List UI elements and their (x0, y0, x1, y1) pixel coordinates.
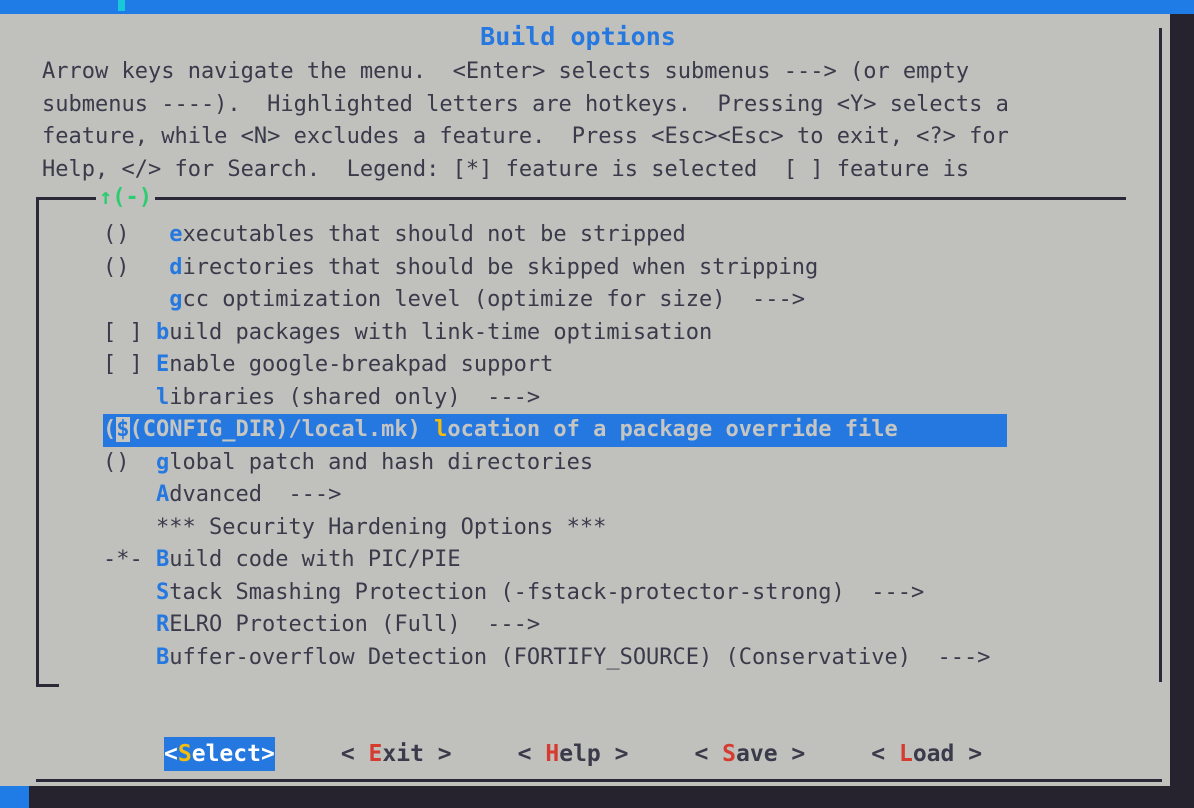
menu-item[interactable]: -*- Build code with PIC/PIE (103, 544, 1113, 577)
dialog-frame-right (1159, 28, 1162, 682)
button-open-bracket: < (340, 741, 369, 767)
terminal-title-bar (0, 0, 1194, 14)
menu-item-value-prefix: ( (103, 417, 117, 442)
build-options-dialog: Build options Arrow keys navigate the me… (0, 14, 1170, 786)
menu-item-marker: [ ] (103, 352, 156, 377)
button-select[interactable]: <Select> (164, 737, 275, 771)
button-close-bracket: > (791, 741, 806, 767)
menu-item-label: cc optimization level (optimize for size… (182, 287, 806, 312)
button-open-bracket: < (694, 741, 723, 767)
menu-item[interactable]: Advanced ---> (103, 479, 1113, 512)
button-open-bracket: < (164, 741, 178, 767)
menu-item[interactable]: Stack Smashing Protection (-fstack-prote… (103, 577, 1113, 610)
menu-item-label: nable google-breakpad support (169, 352, 554, 377)
menu-item[interactable]: [ ] build packages with link-time optimi… (103, 317, 1113, 350)
menu-item-hotkey: d (169, 254, 183, 280)
terminal-background: Build options Arrow keys navigate the me… (0, 0, 1194, 808)
dialog-frame-bottom (36, 779, 1162, 782)
menu-item-marker (103, 515, 156, 540)
menu-item-label: ELRO Protection (Full) ---> (169, 612, 541, 637)
menu-item-hotkey: R (155, 612, 170, 637)
menu-item-selected[interactable]: ($(CONFIG_DIR)/local.mk) location of a p… (103, 414, 1007, 447)
menu-item-hotkey: g (169, 287, 183, 312)
menu-item-hotkey: A (155, 482, 170, 507)
menu-item-marker: -*- (103, 547, 156, 572)
menu-item-hotkey: B (155, 547, 170, 572)
menu-item-marker: [ ] (103, 319, 156, 345)
button-open-bracket: < (871, 741, 899, 767)
terminal-cursor-block (118, 0, 125, 11)
button-hotkey: H (545, 741, 560, 767)
button-close-bracket: > (614, 741, 629, 767)
menu-item-label: ocation of a package override file (447, 417, 898, 442)
menu-item-label: dvanced ---> (169, 482, 342, 507)
menu-item-label: uild packages with link-time optimisatio… (169, 319, 713, 345)
button-help[interactable]: < Help > (518, 737, 629, 771)
menu-item-label: tack Smashing Protection (-fstack-protec… (169, 579, 925, 605)
menu-item[interactable]: *** Security Hardening Options *** (103, 512, 1113, 545)
scroll-up-indicator[interactable]: ↑(-) (96, 185, 155, 211)
menu-item-hotkey: g (155, 449, 170, 475)
button-label: oad (912, 741, 969, 767)
button-hotkey: S (177, 741, 192, 767)
menu-item-marker: () (103, 222, 170, 247)
menu-item[interactable]: Buffer-overflow Detection (FORTIFY_SOURC… (103, 642, 1113, 675)
menu-item[interactable]: RELRO Protection (Full) ---> (103, 609, 1113, 642)
menu-item-hotkey: l (155, 384, 170, 410)
menu-item[interactable]: [ ] Enable google-breakpad support (103, 349, 1113, 382)
menu-item-hotkey: e (169, 222, 183, 247)
button-exit[interactable]: < Exit > (341, 737, 452, 771)
button-hotkey: L (898, 741, 913, 767)
menu-item-hotkey: E (155, 352, 170, 377)
menu-item-hotkey: B (155, 644, 170, 670)
menu-item-marker (103, 645, 156, 670)
button-close-bracket: > (260, 741, 275, 767)
menu-item-label: lobal patch and hash directories (169, 449, 594, 475)
list-frame-top-border (36, 197, 1126, 200)
menu-item-hotkey: b (155, 319, 170, 345)
button-close-bracket: > (437, 741, 452, 767)
button-label: ave (736, 741, 792, 767)
menu-item-marker (103, 580, 156, 605)
button-hotkey: E (368, 741, 383, 767)
menu-item-label: irectories that should be skipped when s… (182, 254, 819, 280)
help-legend-text: Arrow keys navigate the menu. <Enter> se… (42, 59, 1009, 182)
menu-item-label: xecutables that should not be stripped (182, 222, 686, 247)
menu-item[interactable]: () global patch and hash directories (103, 447, 1113, 480)
menu-item-marker (103, 612, 156, 637)
menu-item-label: ibraries (shared only) ---> (169, 384, 541, 410)
menu-item-marker (103, 385, 156, 410)
button-hotkey: S (722, 741, 737, 767)
button-label: elect (191, 741, 261, 767)
list-frame-bottom-left-corner (36, 684, 59, 687)
menu-item[interactable]: () directories that should be skipped wh… (103, 252, 1113, 285)
button-bar[interactable]: <Select> < Exit > < Help > < Save > < Load > (164, 737, 982, 771)
menu-item-marker (103, 287, 169, 312)
terminal-bottom-indicator (0, 786, 29, 808)
button-label: xit (382, 741, 438, 767)
button-open-bracket: < (517, 741, 546, 767)
button-load[interactable]: < Load > (871, 737, 982, 771)
menu-item-marker: () (103, 449, 156, 475)
menu-item-value-suffix: (CONFIG_DIR)/local.mk) (129, 417, 435, 442)
text-cursor: $ (116, 417, 130, 442)
menu-item[interactable]: gcc optimization level (optimize for siz… (103, 284, 1113, 317)
button-label: elp (559, 741, 615, 767)
button-save[interactable]: < Save > (694, 737, 805, 771)
menu-item-label: uffer-overflow Detection (FORTIFY_SOURCE… (169, 644, 991, 670)
menu-item-label: *** Security Hardening Options *** (155, 514, 607, 540)
menu-item[interactable]: libraries (shared only) ---> (103, 382, 1113, 415)
menu-list[interactable]: () executables that should not be stripp… (103, 219, 1113, 674)
list-frame-left-border (36, 197, 39, 687)
menu-item-marker (103, 482, 156, 507)
page-title: Build options (480, 22, 676, 51)
menu-item-label: uild code with PIC/PIE (169, 547, 461, 572)
menu-item-hotkey: S (155, 579, 170, 605)
menu-item-hotkey: l (434, 417, 448, 442)
menu-item-marker: () (103, 254, 170, 280)
menu-item[interactable]: () executables that should not be stripp… (103, 219, 1113, 252)
button-close-bracket: > (968, 741, 983, 767)
